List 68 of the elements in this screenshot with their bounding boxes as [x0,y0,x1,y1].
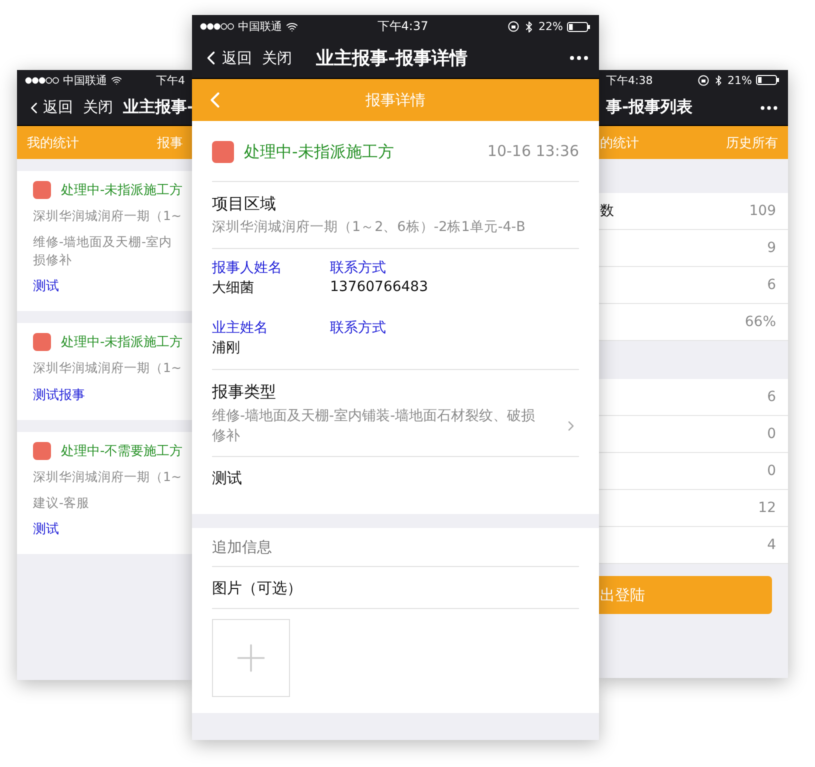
signal-dots-icon [200,23,234,30]
stat-value: 4 [767,536,776,555]
wifi-icon [111,74,122,86]
report-note: 测试报事 [33,386,86,404]
report-address: 深圳华润城润府一期（1~ [33,359,182,378]
wifi-icon [286,20,298,32]
field-label: 联系方式 [330,318,387,337]
report-status: 处理中-不需要施工方 [61,442,183,460]
report-note: 测试 [33,520,60,538]
battery-percent: 21% [728,74,752,86]
battery-percent: 22% [538,20,563,33]
header-title: 报事详情 [364,90,426,110]
report-time: 10-16 13:36 [487,141,579,162]
field-label: 图片（可选） [212,579,303,598]
report-address: 深圳华润城润府一期（1~ [33,468,182,486]
report-status: 处理中-未指派施工方 [61,182,183,199]
status-square-icon [33,333,51,352]
field-value: 13760766483 [330,278,429,297]
report-type: 损修补 [33,251,73,270]
battery-icon [567,22,591,32]
close-button[interactable]: 关闭 [83,98,113,117]
field-value: 深圳华润城润府一期（1～2、6栋）-2栋1单元-4-B [212,218,526,237]
carrier-name: 中国联通 [63,72,107,88]
field-value: 大细菌 [212,278,255,297]
status-square-icon [212,141,234,163]
field-label: 报事类型 [212,382,277,403]
field-label: 联系方式 [330,258,387,277]
back-button[interactable]: 返回 [25,98,73,117]
report-card[interactable]: 处理中-未指派施工方 深圳华润城润府一期（1~ 测试报事 [17,323,193,420]
field-label: 报事人姓名 [212,258,283,277]
back-button[interactable]: 返回 [200,47,252,69]
report-type: 维修-墙地面及天棚-室内 [33,233,174,252]
page-title: 事-报事列表 [606,97,694,118]
report-note: 测试 [212,469,243,488]
stat-value: 0 [767,424,776,444]
report-status: 处理中-未指派施工方 [244,142,394,162]
carrier-name: 中国联通 [238,19,282,34]
stat-value: 9 [767,238,776,258]
close-button[interactable]: 关闭 [262,48,292,68]
report-card[interactable]: 处理中-不需要施工方 深圳华润城润府一期（1~ 建议-客服 测试 [17,432,193,554]
status-square-icon [33,181,51,199]
stat-value: 6 [767,388,776,407]
rotation-lock-icon [698,74,709,86]
status-time: 下午4 [156,72,185,88]
rotation-lock-icon [508,21,519,32]
status-time: 下午4:37 [377,18,428,35]
page-title: 业主报事-报事详情 [316,47,468,70]
report-note: 测试 [33,278,60,296]
stat-value: 0 [767,462,776,481]
report-status: 处理中-未指派施工方 [61,334,183,352]
stat-value: 12 [758,498,776,518]
stat-value: 66% [744,312,776,332]
report-card[interactable]: 处理中-未指派施工方 深圳华润城润府一期（1~ 维修-墙地面及天棚-室内 损修补 测试 [17,171,193,312]
field-label: 业主姓名 [212,318,269,337]
field-value: 浦刚 [212,338,241,357]
report-address: 深圳华润城润府一期（1~ [33,207,182,225]
report-type: 建议-客服 [33,494,91,512]
battery-icon [756,75,780,85]
add-photo-button[interactable] [212,619,290,698]
field-label: 项目区域 [212,194,277,215]
status-time: 下午4:38 [606,72,653,88]
status-square-icon [33,442,51,460]
stat-value: 109 [749,202,776,221]
bluetooth-icon [712,74,724,86]
signal-dots-icon [25,76,59,84]
stat-value: 6 [767,276,776,295]
field-value: 维修-墙地面及天棚-室内铺装-墙地面石材裂纹、破损修补 [212,406,536,446]
stat-label: 数 [600,202,614,220]
